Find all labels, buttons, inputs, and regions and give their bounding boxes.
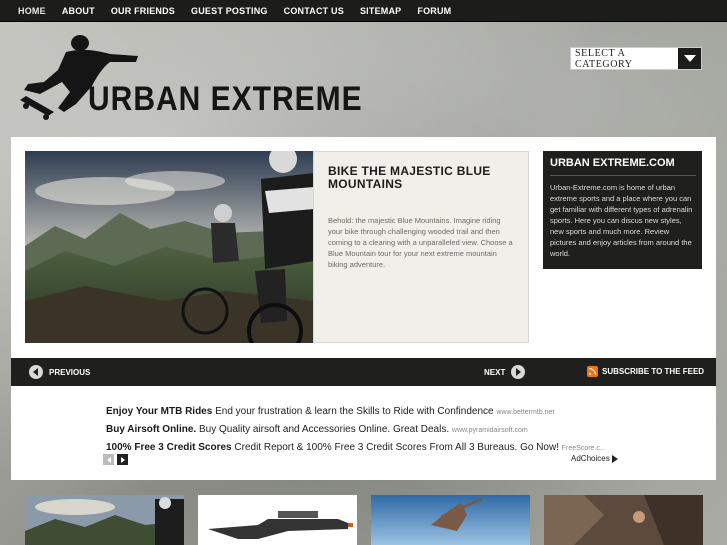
ad-text: Credit Report & 100% Free 3 Credit Score… [234, 442, 559, 453]
adchoices-label: AdChoices [571, 454, 610, 463]
nav-guest-posting[interactable]: GUEST POSTING [191, 6, 268, 16]
nav-about[interactable]: ABOUT [62, 6, 95, 16]
ad-item[interactable]: Buy Airsoft Online. Buy Quality airsoft … [106, 421, 626, 439]
feature-body: Behold: the majestic Blue Mountains. Ima… [328, 216, 513, 269]
thumbnail-mountain-bike[interactable] [25, 495, 184, 545]
chevron-down-icon[interactable] [678, 48, 701, 69]
about-title: URBAN EXTREME.COM [550, 157, 675, 169]
feature-title[interactable]: BIKE THE MAJESTIC BLUE MOUNTAINS [328, 165, 515, 191]
nav-contact-us[interactable]: CONTACT US [284, 6, 344, 16]
ad-next-icon[interactable] [117, 454, 128, 465]
site-logo-text[interactable]: URBAN EXTREME [88, 80, 363, 119]
divider [550, 175, 696, 176]
ad-url[interactable]: FreeScore.c... [562, 445, 606, 452]
subscribe-feed-link[interactable]: SUBSCRIBE TO THE FEED [587, 366, 704, 377]
thumbnail-rock-climbing[interactable] [544, 495, 703, 545]
arrow-left-icon [29, 365, 43, 379]
ad-pager [103, 454, 128, 465]
feature-text-box: BIKE THE MAJESTIC BLUE MOUNTAINS Behold:… [313, 151, 529, 343]
next-label: NEXT [484, 367, 506, 377]
previous-label: PREVIOUS [49, 367, 91, 377]
ad-text: Buy Quality airsoft and Accessories Onli… [198, 424, 450, 435]
adchoices-link[interactable]: AdChoices [571, 454, 618, 463]
nav-sitemap[interactable]: SITEMAP [360, 6, 401, 16]
thumbnail-airsoft-rifle[interactable] [198, 495, 357, 545]
arrow-right-icon [511, 365, 526, 379]
nav-our-friends[interactable]: OUR FRIENDS [111, 6, 175, 16]
next-button[interactable]: NEXT [484, 365, 526, 379]
ad-text: End your frustration & learn the Skills … [215, 406, 494, 417]
about-box: URBAN EXTREME.COM Urban-Extreme.com is h… [543, 151, 702, 269]
adchoices-icon [611, 454, 618, 463]
ad-title[interactable]: Buy Airsoft Online. [106, 424, 196, 435]
previous-button[interactable]: PREVIOUS [29, 365, 90, 379]
ad-url[interactable]: www.pyramidairsoft.com [452, 427, 528, 434]
category-select[interactable]: SELECT A CATEGORY [570, 47, 702, 70]
nav-home[interactable]: HOME [18, 6, 46, 16]
about-body: Urban-Extreme.com is home of urban extre… [550, 183, 693, 258]
ad-prev-icon[interactable] [103, 454, 114, 465]
category-select-label: SELECT A CATEGORY [575, 47, 633, 70]
rss-icon [587, 366, 598, 377]
ad-item[interactable]: 100% Free 3 Credit Scores Credit Report … [106, 439, 626, 457]
nav-forum[interactable]: FORUM [417, 6, 451, 16]
feature-image-mountain-bikers[interactable] [25, 151, 314, 343]
ad-title[interactable]: Enjoy Your MTB Rides [106, 406, 212, 417]
ad-title[interactable]: 100% Free 3 Credit Scores [106, 442, 232, 453]
top-navigation: HOME ABOUT OUR FRIENDS GUEST POSTING CON… [0, 0, 727, 22]
subscribe-label: SUBSCRIBE TO THE FEED [602, 367, 705, 376]
ad-item[interactable]: Enjoy Your MTB Rides End your frustratio… [106, 403, 626, 421]
ad-url[interactable]: www.bettermtb.net [496, 409, 554, 416]
ad-block: Enjoy Your MTB Rides End your frustratio… [106, 403, 626, 457]
thumbnail-cliff-jump[interactable] [371, 495, 530, 545]
